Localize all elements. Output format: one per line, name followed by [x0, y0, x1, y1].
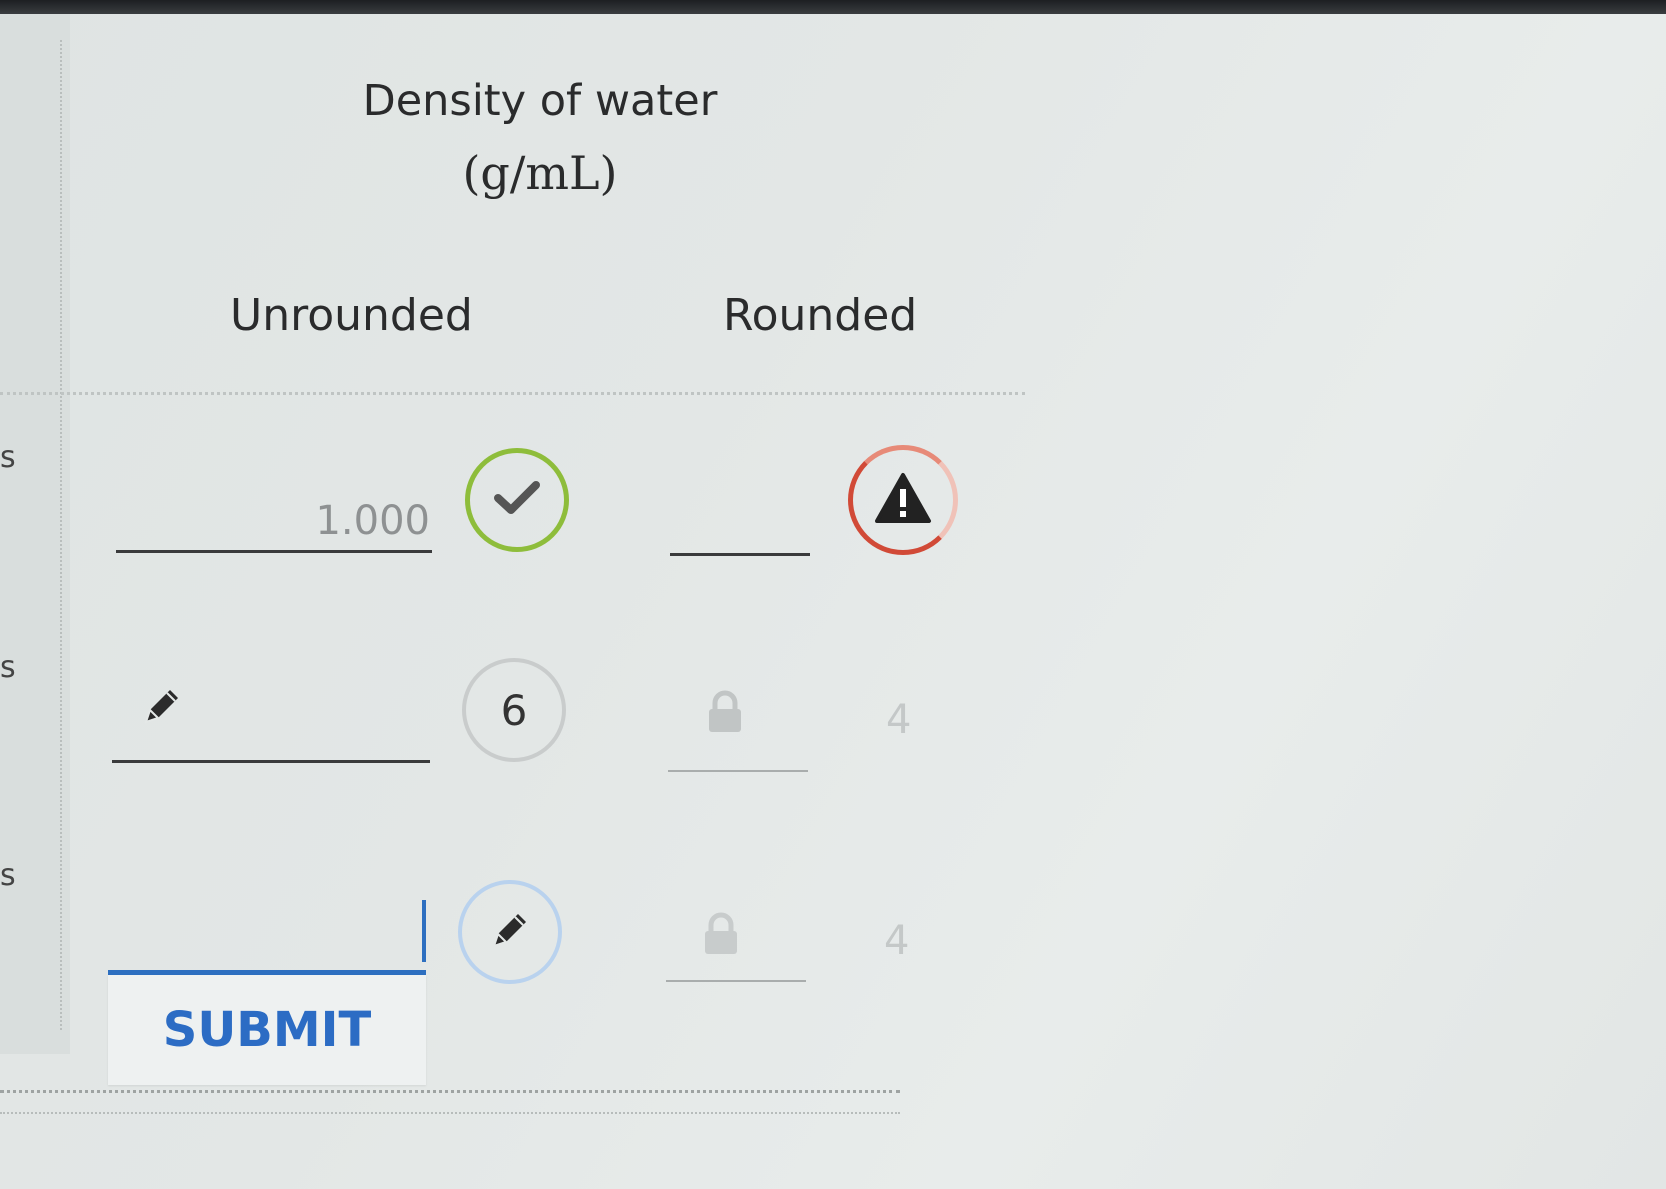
table-title: Density of water	[362, 76, 718, 126]
column-header-unrounded: Unrounded	[230, 290, 473, 341]
table-bottom-border-2	[0, 1112, 900, 1114]
pencil-icon[interactable]	[138, 682, 186, 734]
unrounded-input-row-3[interactable]	[108, 890, 426, 975]
column-divider	[60, 40, 62, 1030]
checkmark-icon	[494, 480, 540, 520]
attempts-count: 6	[500, 685, 528, 735]
row-2-mark: s	[0, 650, 16, 685]
row-3-mark: s	[0, 858, 16, 893]
table-unit: (g/mL)	[462, 146, 618, 200]
pencil-icon	[486, 906, 534, 958]
rounded-count-row-3: 4	[884, 918, 910, 964]
row-1-mark: s	[0, 440, 16, 475]
correct-status-badge	[465, 448, 569, 552]
attempts-remaining-badge: 6	[462, 658, 566, 762]
worksheet-stage: s s s Density of water (g/mL) Unrounded …	[0, 0, 1666, 1189]
lock-icon	[702, 912, 740, 960]
table-bottom-border	[0, 1090, 900, 1093]
column-header-rounded: Rounded	[723, 290, 918, 341]
header-divider	[0, 392, 1025, 395]
monitor-bezel	[0, 0, 1666, 14]
rounded-count-row-2: 4	[886, 697, 912, 743]
warning-triangle-icon	[874, 472, 932, 528]
unrounded-value-row-1: 1.000	[315, 498, 430, 544]
text-cursor	[422, 900, 426, 962]
submit-button[interactable]: SUBMIT	[108, 975, 426, 1085]
rounded-input-row-1[interactable]	[670, 473, 810, 556]
unrounded-input-row-1[interactable]: 1.000	[116, 470, 432, 553]
warning-status-badge[interactable]	[848, 445, 958, 555]
editing-status-badge[interactable]	[458, 880, 562, 984]
lock-icon	[706, 690, 744, 738]
